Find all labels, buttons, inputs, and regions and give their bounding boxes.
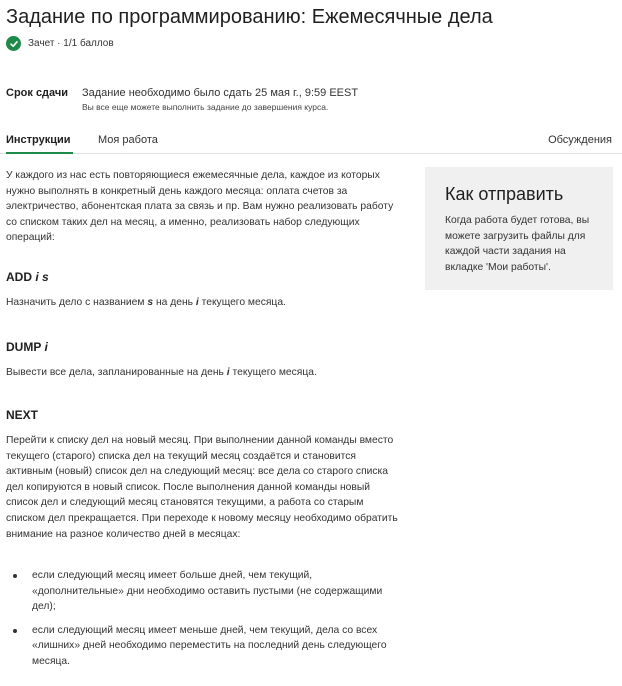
add-desc-part: Назначить дело с названием (6, 297, 148, 308)
intro-text: У каждого из нас есть повторяющиеся ежем… (6, 170, 394, 244)
list-item: если следующий месяц имеет меньше дней, … (6, 623, 401, 670)
dump-command-args: i (44, 340, 48, 354)
check-circle-icon (6, 36, 21, 51)
next-bullet-list: если следующий месяц имеет больше дней, … (6, 568, 401, 678)
grade-status: Зачет · 1/1 баллов (6, 36, 114, 51)
tab-bar: Инструкции Моя работа Обсуждения (0, 128, 622, 154)
dump-heading: DUMP i (6, 340, 48, 354)
how-to-submit-panel: Как отправить Когда работа будет готова,… (425, 167, 613, 290)
due-subtext: Вы все еще можете выполнить задание до з… (82, 102, 329, 112)
add-description: Назначить дело с названием s на день i т… (6, 295, 401, 311)
next-command-name: NEXT (6, 408, 39, 422)
grade-status-text: Зачет · 1/1 баллов (28, 38, 114, 49)
how-to-submit-text: Когда работа будет готова, вы можете заг… (445, 215, 590, 273)
how-to-submit-title: Как отправить (445, 184, 564, 204)
tab-my-work[interactable]: Моя работа (98, 134, 158, 146)
add-command-name: ADD (6, 270, 32, 284)
add-desc-part: текущего месяца. (198, 297, 286, 308)
next-heading: NEXT (6, 408, 38, 422)
page-title: Задание по программированию: Ежемесячные… (6, 6, 493, 28)
add-desc-part: на день (153, 297, 196, 308)
add-command-args: i s (35, 270, 49, 284)
due-label: Срок сдачи (6, 87, 69, 99)
dump-desc-part: Вывести все дела, запланированные на ден… (6, 367, 227, 378)
add-heading: ADD i s (6, 270, 49, 284)
dump-command-name: DUMP (6, 340, 42, 354)
due-text: Задание необходимо было сдать 25 мая г.,… (82, 87, 359, 99)
next-description: Перейти к списку дел на новый месяц. При… (6, 435, 398, 540)
active-tab-indicator (6, 152, 73, 154)
tab-instructions[interactable]: Инструкции (6, 134, 71, 146)
dump-desc-part: текущего месяца. (229, 367, 317, 378)
list-item: если следующий месяц имеет больше дней, … (6, 568, 401, 615)
tab-discussions[interactable]: Обсуждения (548, 134, 612, 146)
dump-description: Вывести все дела, запланированные на ден… (6, 365, 401, 381)
